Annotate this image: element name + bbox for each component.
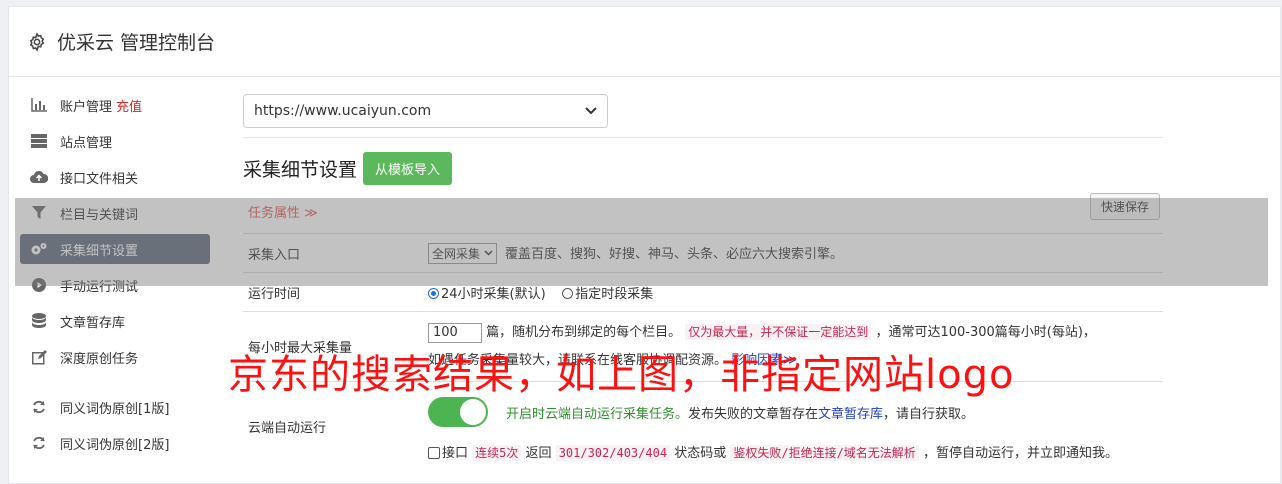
runtime-row: 运行时间 24小时采集(默认) 指定时段采集 [243,272,1163,311]
code-consecutive: 连续5次 [472,445,522,461]
site-select-value: https://www.ucaiyun.com [254,103,432,119]
cloud-text: 发布失败的文章暂存在 [688,406,819,422]
import-template-button[interactable]: 从模板导入 [363,151,453,185]
sidebar-item-label: 接口文件相关 [60,171,139,187]
sidebar-item-interface[interactable]: 接口文件相关 [20,162,210,192]
runtime-value: 24小时采集(默认) 指定时段采集 [428,283,1163,302]
checkbox-label: 接口 [442,446,469,461]
interface-checkbox[interactable] [428,447,440,459]
section-header: 采集细节设置 从模板导入 [243,151,1163,185]
sidebar-separator [20,378,210,392]
entry-row: 采集入口 全网采集 覆盖百度、搜狗、好搜、神马、头条、必应六大搜索引擎。 [243,233,1163,272]
cloud-green-text: 开启时云端自动运行采集任务。 [506,406,689,422]
cloud-value: 开启时云端自动运行采集任务。 发布失败的文章暂存在 文章暂存库 ，请自行获取。 … [428,392,1163,461]
filter-icon [30,205,48,221]
play-circle-icon [30,277,48,293]
cloud-toggle[interactable] [428,397,488,427]
radio-checked[interactable] [428,287,439,299]
cloud-text4: ，暂停自动运行，并立即通知我。 [922,446,1118,461]
sidebar-item-label: 文章暂存库 [60,315,126,331]
gear-icon [29,31,45,52]
sidebar-item-sites[interactable]: 站点管理 [20,126,210,156]
sidebar-item-label: 账户管理 [60,99,113,115]
sidebar-item-label: 站点管理 [60,135,113,151]
sidebar: 账户管理 充值 站点管理 接口文件相关 栏目与关键词 采集细节设置 手动运行测试… [20,90,210,464]
maxcount-warning: 仅为最大量，并不保证一定能达到 [685,324,872,340]
sidebar-item-columns[interactable]: 栏目与关键词 [20,198,210,228]
sidebar-item-account[interactable]: 账户管理 充值 [20,90,210,120]
divider [243,137,1163,138]
sidebar-item-label: 深度原创任务 [60,351,139,367]
page-title: 优采云 管理控制台 [57,32,216,54]
main-content: https://www.ucaiyun.com 采集细节设置 从模板导入 任务属… [243,94,1163,471]
cloud-upload-icon [30,169,48,185]
sidebar-item-label: 栏目与关键词 [60,207,139,223]
maxcount-text: 篇，随机分布到绑定的每个栏目。 [486,325,682,340]
entry-desc: 覆盖百度、搜狗、好搜、神马、头条、必应六大搜索引擎。 [504,246,843,262]
cloud-text-end: ，请自行获取。 [883,406,975,422]
sidebar-item-synonym-v1[interactable]: 同义词伪原创[1版] [20,392,210,422]
sidebar-item-deep-original[interactable]: 深度原创任务 [20,342,210,372]
sidebar-item-synonym-v2[interactable]: 同义词伪原创[2版] [20,428,210,458]
runtime-option-24h[interactable]: 24小时采集(默认) [428,287,546,302]
server-icon [30,133,48,149]
sidebar-item-label: 手动运行测试 [60,279,139,295]
sidebar-item-article-store[interactable]: 文章暂存库 [20,306,210,336]
edit-icon [30,349,48,365]
refresh-icon [30,399,48,415]
entry-label: 采集入口 [248,247,301,263]
bar-chart-icon [30,97,48,113]
cloud-text3: 状态码或 [674,446,727,461]
entry-value: 全网采集 覆盖百度、搜狗、好搜、神马、头条、必应六大搜索引擎。 [428,242,1163,264]
entry-select[interactable]: 全网采集 [428,242,497,264]
article-store-link[interactable]: 文章暂存库 [818,403,883,422]
code-errors: 鉴权失败/拒绝连接/域名无法解析 [730,445,919,461]
task-attr-toggle[interactable]: 任务属性 ≫ [243,202,318,221]
sidebar-item-label: 采集细节设置 [60,243,139,259]
sidebar-item-label: 同义词伪原创[2版] [60,437,170,453]
recharge-link[interactable]: 充值 [116,96,142,115]
database-icon [30,313,48,329]
settings-table: 任务属性 ≫ 快速保存 采集入口 全网采集 覆盖百度、搜狗、好搜、神马、头条、必… [243,189,1163,471]
chevron-down-icon [585,107,597,115]
quick-save-button[interactable]: 快速保存 [1089,193,1160,220]
code-status: 301/302/403/404 [555,445,671,461]
cogs-icon [30,241,48,257]
refresh-icon [30,435,48,451]
header: 优采云 管理控制台 [9,7,1280,77]
maxcount-input[interactable]: 100 [428,323,482,343]
section-title: 采集细节设置 [243,158,358,181]
task-attr-row: 任务属性 ≫ 快速保存 [243,189,1163,233]
radio-unchecked[interactable] [562,287,574,299]
cloud-label: 云端自动运行 [248,421,327,436]
cloud-text2: 返回 [525,446,552,461]
maxcount-text2: ，通常可达100-300篇每小时(每站)， [875,325,1096,340]
annotation-caption: 京东的搜索结果，如上图，非指定网站logo [228,352,1015,398]
runtime-option-scheduled[interactable]: 指定时段采集 [562,287,653,302]
runtime-label: 运行时间 [248,286,301,302]
site-select[interactable]: https://www.ucaiyun.com [243,94,608,128]
sidebar-item-collect-settings[interactable]: 采集细节设置 [20,234,210,264]
sidebar-item-label: 同义词伪原创[1版] [60,401,170,417]
sidebar-item-manual-run[interactable]: 手动运行测试 [20,270,210,300]
